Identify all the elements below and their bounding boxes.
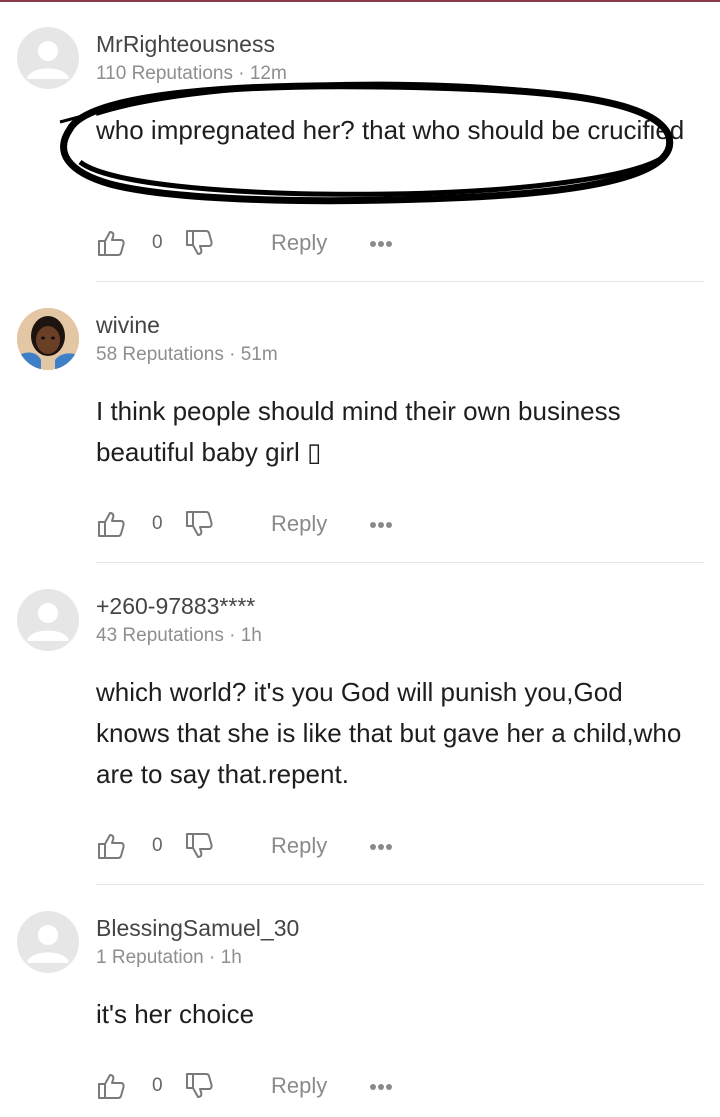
- like-count: 0: [152, 835, 163, 856]
- thumbs-down-icon[interactable]: [184, 509, 214, 544]
- comment-username[interactable]: wivine: [96, 312, 160, 339]
- comment-meta: 43 Reputations · 1h: [96, 625, 262, 646]
- comment-meta: 58 Reputations · 51m: [96, 344, 278, 365]
- comment-username[interactable]: BlessingSamuel_30: [96, 915, 299, 942]
- comment-username[interactable]: +260-97883****: [96, 593, 255, 620]
- thumbs-up-icon[interactable]: [96, 1071, 126, 1106]
- default-avatar-icon[interactable]: [17, 911, 79, 973]
- reply-button[interactable]: Reply: [271, 833, 327, 859]
- thumbs-up-icon[interactable]: [96, 228, 126, 263]
- comment-text: which world? it's you God will punish yo…: [96, 677, 682, 789]
- user-photo[interactable]: [17, 308, 79, 370]
- comment-meta: 1 Reputation · 1h: [96, 947, 242, 968]
- default-avatar-icon[interactable]: [17, 27, 79, 89]
- thumbs-up-icon[interactable]: [96, 831, 126, 866]
- thumbs-down-icon[interactable]: [184, 228, 214, 263]
- thumbs-down-icon[interactable]: [184, 831, 214, 866]
- more-dots-icon[interactable]: [368, 228, 396, 263]
- reply-button[interactable]: Reply: [271, 511, 327, 537]
- more-dots-icon[interactable]: [368, 509, 396, 544]
- comment-text: it's her choice: [96, 999, 255, 1029]
- thumbs-down-icon[interactable]: [184, 1071, 214, 1106]
- comment-text: who impregnated her? that who should be …: [96, 115, 685, 145]
- more-dots-icon[interactable]: [368, 831, 396, 866]
- comment-divider: [96, 884, 704, 885]
- comment-divider: [96, 562, 704, 563]
- comment-divider: [96, 281, 704, 282]
- default-avatar-icon[interactable]: [17, 589, 79, 651]
- comment-username[interactable]: MrRighteousness: [96, 31, 275, 58]
- like-count: 0: [152, 513, 163, 534]
- more-dots-icon[interactable]: [368, 1071, 396, 1106]
- reply-button[interactable]: Reply: [271, 1073, 327, 1099]
- comment-meta: 110 Reputations · 12m: [96, 63, 287, 84]
- comment-text: I think people should mind their own bus…: [96, 396, 621, 467]
- thumbs-up-icon[interactable]: [96, 509, 126, 544]
- reply-button[interactable]: Reply: [271, 230, 327, 256]
- like-count: 0: [152, 1075, 163, 1096]
- like-count: 0: [152, 232, 163, 253]
- top-accent-line: [0, 0, 720, 2]
